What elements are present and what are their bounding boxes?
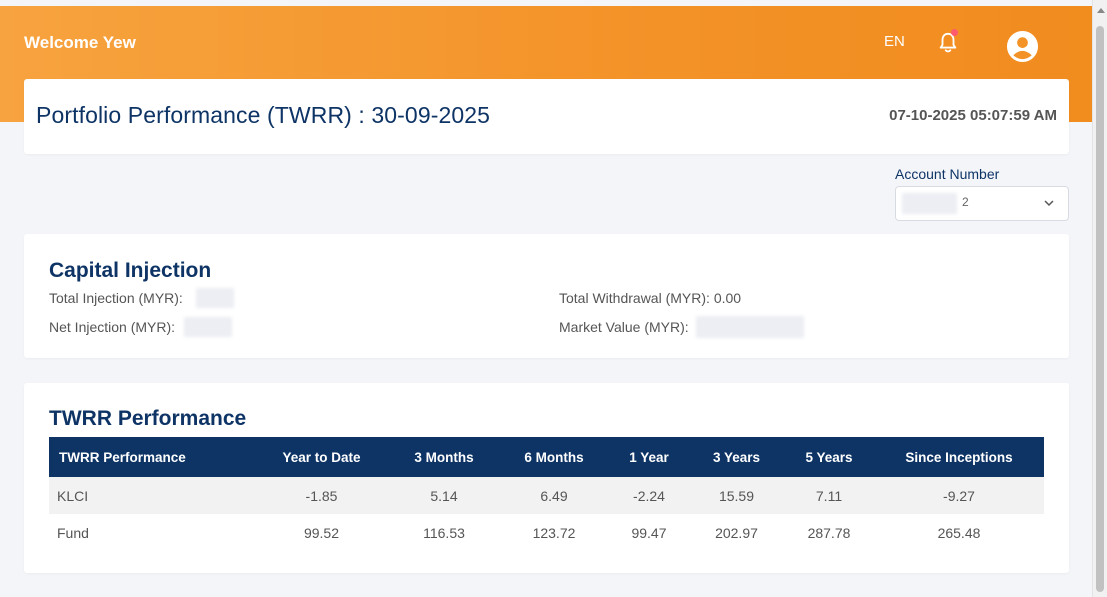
table-cell: 15.59 [689, 477, 784, 514]
report-timestamp: 07-10-2025 05:07:59 AM [889, 107, 1057, 124]
table-cell: KLCI [49, 477, 254, 514]
page-title: Portfolio Performance (TWRR) : 30-09-202… [36, 102, 491, 128]
account-number-value: 2 [962, 195, 969, 209]
net-injection-label: Net Injection (MYR): [49, 319, 176, 335]
page-header-card: Portfolio Performance (TWRR) : 30-09-202… [24, 79, 1069, 154]
total-withdrawal-value: 0.00 [713, 290, 742, 306]
table-cell: 99.52 [254, 514, 389, 551]
welcome-text: Welcome Yew [24, 33, 136, 52]
table-cell: 287.78 [784, 514, 874, 551]
column-header: 3 Years [689, 437, 784, 477]
column-header: TWRR Performance [49, 437, 254, 477]
chevron-down-icon [1044, 200, 1054, 207]
total-injection-label: Total Injection (MYR): [49, 290, 183, 306]
market-value-label: Market Value (MYR): [559, 319, 689, 335]
account-number-select[interactable]: 2 [895, 186, 1069, 221]
table-cell: -9.27 [874, 477, 1044, 514]
table-cell: 265.48 [874, 514, 1044, 551]
column-header: 3 Months [389, 437, 499, 477]
total-withdrawal-label-text: Total Withdrawal (MYR): [559, 290, 714, 306]
table-cell: 5.14 [389, 477, 499, 514]
user-avatar-icon[interactable] [1006, 30, 1039, 63]
total-injection-redacted [196, 288, 234, 308]
market-value-redacted [696, 316, 804, 338]
twrr-performance-table: TWRR Performance Year to Date 3 Months 6… [49, 437, 1044, 551]
table-cell: -2.24 [609, 477, 689, 514]
table-header-row: TWRR Performance Year to Date 3 Months 6… [49, 437, 1044, 477]
table-cell: Fund [49, 514, 254, 551]
account-number-redacted [902, 193, 957, 214]
total-withdrawal-label: Total Withdrawal (MYR): 0.00 [559, 290, 741, 306]
table-cell: 123.72 [499, 514, 609, 551]
table-cell: -1.85 [254, 477, 389, 514]
table-cell: 116.53 [389, 514, 499, 551]
column-header: 6 Months [499, 437, 609, 477]
column-header: 1 Year [609, 437, 689, 477]
scrollbar-thumb[interactable] [1096, 26, 1104, 592]
net-injection-redacted [184, 317, 232, 337]
language-selector[interactable]: EN [884, 33, 905, 50]
capital-injection-card: Capital Injection Total Injection (MYR):… [24, 234, 1069, 358]
twrr-performance-card: TWRR Performance TWRR Performance Year t… [24, 383, 1069, 573]
table-cell: 202.97 [689, 514, 784, 551]
table-row: Fund 99.52 116.53 123.72 99.47 202.97 28… [49, 514, 1044, 551]
table-row: KLCI -1.85 5.14 6.49 -2.24 15.59 7.11 -9… [49, 477, 1044, 514]
table-cell: 7.11 [784, 477, 874, 514]
column-header: Year to Date [254, 437, 389, 477]
capital-injection-title: Capital Injection [49, 259, 212, 282]
page-scrollbar[interactable] [1092, 0, 1107, 597]
notification-badge [951, 29, 958, 36]
column-header: 5 Years [784, 437, 874, 477]
twrr-performance-title: TWRR Performance [49, 407, 247, 430]
table-cell: 6.49 [499, 477, 609, 514]
account-number-label: Account Number [895, 166, 1000, 182]
table-cell: 99.47 [609, 514, 689, 551]
scroll-up-arrow-icon[interactable] [1097, 8, 1105, 13]
column-header: Since Inceptions [874, 437, 1044, 477]
